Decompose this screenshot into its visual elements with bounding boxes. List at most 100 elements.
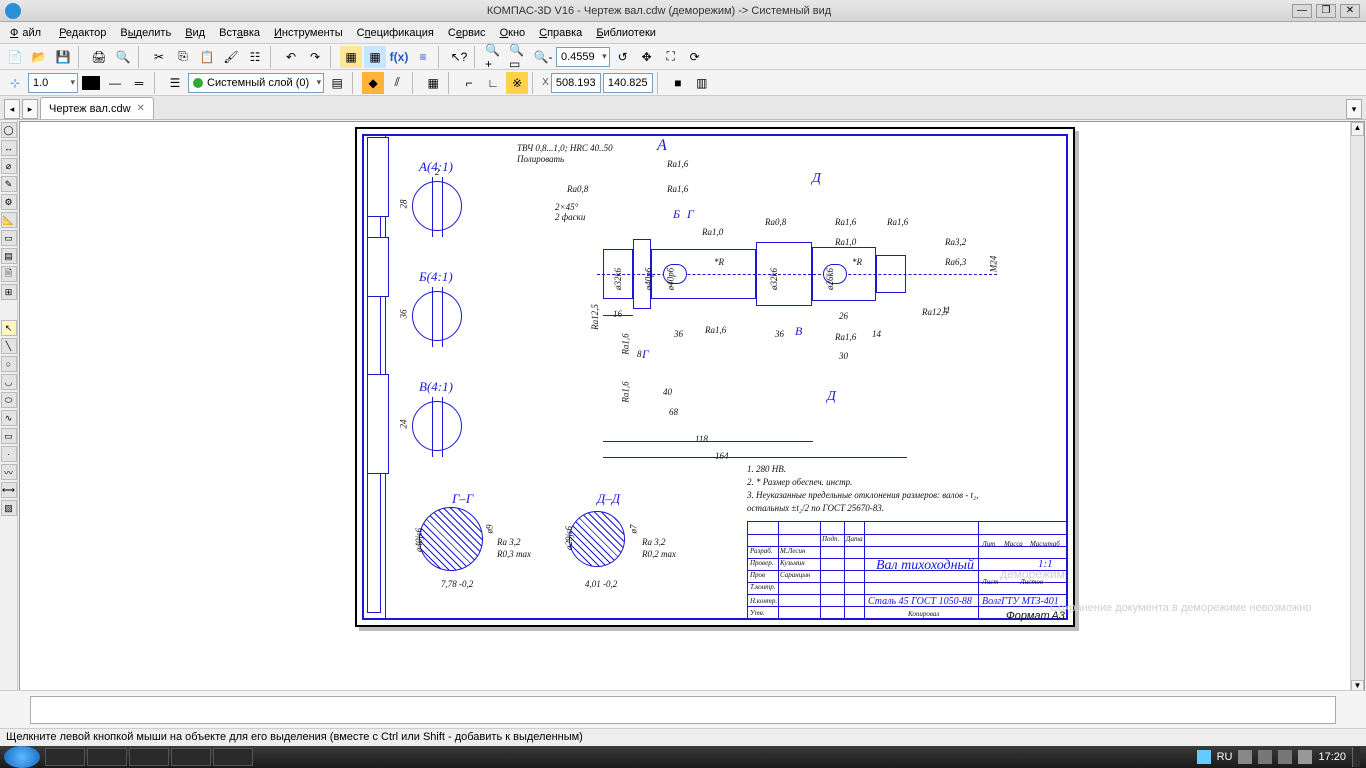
menu-insert[interactable]: Вставка bbox=[215, 25, 264, 41]
stop-button[interactable]: ■ bbox=[667, 72, 689, 94]
format-painter-button[interactable]: 🖌 bbox=[220, 46, 242, 68]
grid-button[interactable]: ▦ bbox=[422, 72, 444, 94]
spec-button[interactable]: ▦ bbox=[340, 46, 362, 68]
symb-tool[interactable]: ⌀ bbox=[1, 158, 17, 174]
report-tool[interactable]: 🗎 bbox=[1, 266, 17, 282]
zoom-fit-button[interactable]: ⛶ bbox=[660, 46, 682, 68]
command-input[interactable] bbox=[30, 696, 1336, 724]
para-button[interactable]: ⫽ bbox=[386, 72, 408, 94]
spec2-button[interactable]: ▦ bbox=[364, 46, 386, 68]
pointer-button[interactable]: ↖? bbox=[448, 46, 470, 68]
menu-select[interactable]: Выделить bbox=[116, 25, 175, 41]
open-button[interactable]: 📂 bbox=[28, 46, 50, 68]
close-tab-icon[interactable]: ✕ bbox=[137, 103, 145, 114]
zoom-combo[interactable]: 0.4559 bbox=[556, 47, 610, 67]
bezier-tool[interactable]: 〰 bbox=[1, 464, 17, 480]
select-tool[interactable]: ▭ bbox=[1, 230, 17, 246]
close-button[interactable]: ✕ bbox=[1340, 4, 1360, 18]
rect-tool[interactable]: ▭ bbox=[1, 428, 17, 444]
geom-tool[interactable]: ◯ bbox=[1, 122, 17, 138]
coord-x-field[interactable]: 508.193 bbox=[551, 73, 601, 93]
scale-combo[interactable]: 1.0 bbox=[28, 73, 78, 93]
pan-button[interactable]: ✥ bbox=[636, 46, 658, 68]
menu-spec[interactable]: Спецификация bbox=[353, 25, 438, 41]
menu-file[interactable]: Файл bbox=[6, 25, 49, 41]
restore-button[interactable]: ❐ bbox=[1316, 4, 1336, 18]
tray-flag-icon[interactable] bbox=[1238, 750, 1252, 764]
coord-mode-button[interactable]: ⊹ bbox=[4, 72, 26, 94]
minimize-button[interactable]: — bbox=[1292, 4, 1312, 18]
tray-vol-icon[interactable] bbox=[1278, 750, 1292, 764]
lineweight-button[interactable]: ═ bbox=[128, 72, 150, 94]
tab-next-button[interactable]: ▸ bbox=[22, 99, 38, 119]
drawing-canvas[interactable]: А(4:1) 2 28 Б(4:1) 36 В(4:1) 24 ТВЧ 0,8.… bbox=[19, 121, 1365, 709]
tray-lang[interactable]: RU bbox=[1217, 751, 1233, 763]
pointer-tool[interactable]: ↖ bbox=[1, 320, 17, 336]
arc-tool[interactable]: ◡ bbox=[1, 374, 17, 390]
edit-tool[interactable]: ✎ bbox=[1, 176, 17, 192]
tray-icon[interactable] bbox=[1197, 750, 1211, 764]
redo-button[interactable]: ↷ bbox=[304, 46, 326, 68]
task-prog-4[interactable] bbox=[171, 748, 211, 766]
panel-button[interactable]: ▥ bbox=[691, 72, 713, 94]
param-tool[interactable]: ⚙ bbox=[1, 194, 17, 210]
tray-net-icon[interactable] bbox=[1258, 750, 1272, 764]
menu-edit[interactable]: Редактор bbox=[55, 25, 110, 41]
dim-tool[interactable]: ↔ bbox=[1, 140, 17, 156]
snap-toggle-button[interactable]: ※ bbox=[506, 72, 528, 94]
layers-button[interactable]: ☰ bbox=[164, 72, 186, 94]
ortho-button[interactable]: ∟ bbox=[482, 72, 504, 94]
coord-y-field[interactable]: 140.825 bbox=[603, 73, 653, 93]
line-tool[interactable]: ╲ bbox=[1, 338, 17, 354]
spline-tool[interactable]: ∿ bbox=[1, 410, 17, 426]
preview-button[interactable]: 🔍 bbox=[112, 46, 134, 68]
zoom-out-button[interactable]: 🔍- bbox=[532, 46, 554, 68]
task-prog-3[interactable] bbox=[129, 748, 169, 766]
task-prog-2[interactable] bbox=[87, 748, 127, 766]
print-button[interactable]: 🖨 bbox=[88, 46, 110, 68]
properties-button[interactable]: ☷ bbox=[244, 46, 266, 68]
undo-button[interactable]: ↶ bbox=[280, 46, 302, 68]
tray-expand-icon[interactable] bbox=[1298, 750, 1312, 764]
task-prog-5[interactable] bbox=[213, 748, 253, 766]
ucs-button[interactable]: ⌐ bbox=[458, 72, 480, 94]
layer-combo[interactable]: Системный слой (0) bbox=[188, 73, 324, 93]
redraw-button[interactable]: ⟳ bbox=[684, 46, 706, 68]
linetype-button[interactable]: — bbox=[104, 72, 126, 94]
zoom-prev-button[interactable]: ↺ bbox=[612, 46, 634, 68]
tab-menu-button[interactable]: ▾ bbox=[1346, 99, 1362, 119]
show-desktop-button[interactable] bbox=[1352, 747, 1360, 767]
menu-service[interactable]: Сервис bbox=[444, 25, 490, 41]
paste-button[interactable]: 📋 bbox=[196, 46, 218, 68]
hatch-tool[interactable]: ▨ bbox=[1, 500, 17, 516]
doc-tab-active[interactable]: Чертеж вал.cdw ✕ bbox=[40, 97, 154, 119]
point-tool[interactable]: ∙ bbox=[1, 446, 17, 462]
menu-libs[interactable]: Библиотеки bbox=[592, 25, 660, 41]
autodim-tool[interactable]: ⟷ bbox=[1, 482, 17, 498]
task-prog-1[interactable] bbox=[45, 748, 85, 766]
start-button[interactable] bbox=[4, 746, 40, 768]
fx-button[interactable]: f(x) bbox=[388, 46, 410, 68]
menu-help[interactable]: Справка bbox=[535, 25, 586, 41]
tab-prev-button[interactable]: ◂ bbox=[4, 99, 20, 119]
insert-tool[interactable]: ⊞ bbox=[1, 284, 17, 300]
spec-tool[interactable]: ▤ bbox=[1, 248, 17, 264]
layer-mgr-button[interactable]: ▤ bbox=[326, 72, 348, 94]
color-swatch[interactable] bbox=[82, 76, 100, 90]
zoom-in-button[interactable]: 🔍+ bbox=[484, 46, 506, 68]
menu-window[interactable]: Окно bbox=[496, 25, 530, 41]
menu-view[interactable]: Вид bbox=[181, 25, 209, 41]
new-button[interactable]: 📄 bbox=[4, 46, 26, 68]
menu-tools[interactable]: Инструменты bbox=[270, 25, 347, 41]
circle-tool[interactable]: ○ bbox=[1, 356, 17, 372]
ellipse-tool[interactable]: ⬭ bbox=[1, 392, 17, 408]
vertical-scrollbar[interactable]: ▲▼ bbox=[1350, 122, 1364, 694]
zoom-window-button[interactable]: 🔍▭ bbox=[508, 46, 530, 68]
vars-button[interactable]: ≡ bbox=[412, 46, 434, 68]
copy-button[interactable]: ⎘ bbox=[172, 46, 194, 68]
snap-mode-button[interactable]: ◆ bbox=[362, 72, 384, 94]
cut-button[interactable]: ✂ bbox=[148, 46, 170, 68]
save-button[interactable]: 💾 bbox=[52, 46, 74, 68]
measure-tool[interactable]: 📐 bbox=[1, 212, 17, 228]
tray-clock[interactable]: 17:20 bbox=[1318, 751, 1346, 763]
